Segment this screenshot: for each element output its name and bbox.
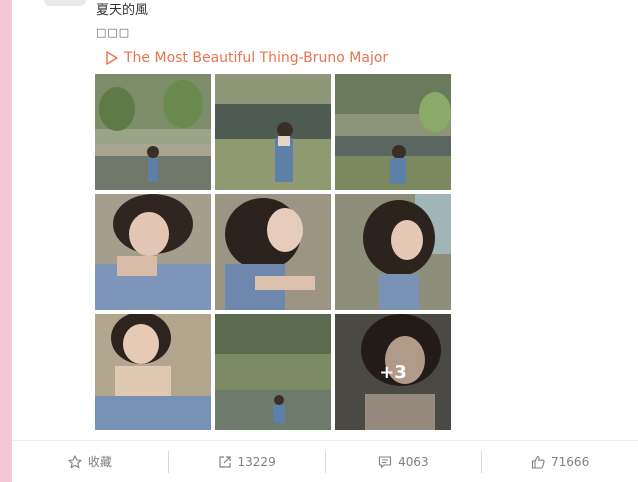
- photo-grid: +3: [95, 74, 451, 430]
- post-emoji-line: □□□: [96, 26, 131, 39]
- action-bar: 收藏 13229 4063 71666: [12, 440, 638, 482]
- favorite-label: 收藏: [87, 455, 112, 469]
- avatar[interactable]: [44, 0, 86, 6]
- repost-count: 13229: [237, 454, 276, 469]
- comment-button[interactable]: 4063: [326, 450, 483, 473]
- thumbs-up-icon: [531, 455, 545, 469]
- photo-thumbnail[interactable]: [95, 314, 211, 430]
- photo-thumbnail[interactable]: [215, 74, 331, 190]
- like-count: 71666: [551, 454, 590, 469]
- comment-count: 4063: [398, 454, 429, 469]
- favorite-button[interactable]: 收藏: [12, 450, 169, 473]
- post-text: 夏天的風: [96, 3, 149, 18]
- photo-thumbnail[interactable]: [215, 194, 331, 310]
- comment-icon: [379, 455, 392, 468]
- photo-thumbnail[interactable]: [335, 194, 451, 310]
- weibo-post: 夏天的風 □□□ The Most Beautiful Thing-Bruno …: [12, 0, 638, 482]
- photo-thumbnail-more[interactable]: +3: [335, 314, 451, 430]
- share-icon: [218, 455, 231, 468]
- play-icon: [106, 51, 118, 65]
- photo-thumbnail[interactable]: [95, 74, 211, 190]
- photo-thumbnail[interactable]: [215, 314, 331, 430]
- star-icon: [68, 454, 82, 468]
- photo-thumbnail[interactable]: [95, 194, 211, 310]
- repost-button[interactable]: 13229: [169, 450, 326, 473]
- sidebar-strip: [0, 0, 12, 482]
- music-link-label: The Most Beautiful Thing-Bruno Major: [124, 50, 389, 66]
- photo-thumbnail[interactable]: [335, 74, 451, 190]
- like-button[interactable]: 71666: [482, 451, 638, 473]
- more-photos-count: +3: [335, 314, 451, 430]
- music-link[interactable]: The Most Beautiful Thing-Bruno Major: [106, 48, 388, 68]
